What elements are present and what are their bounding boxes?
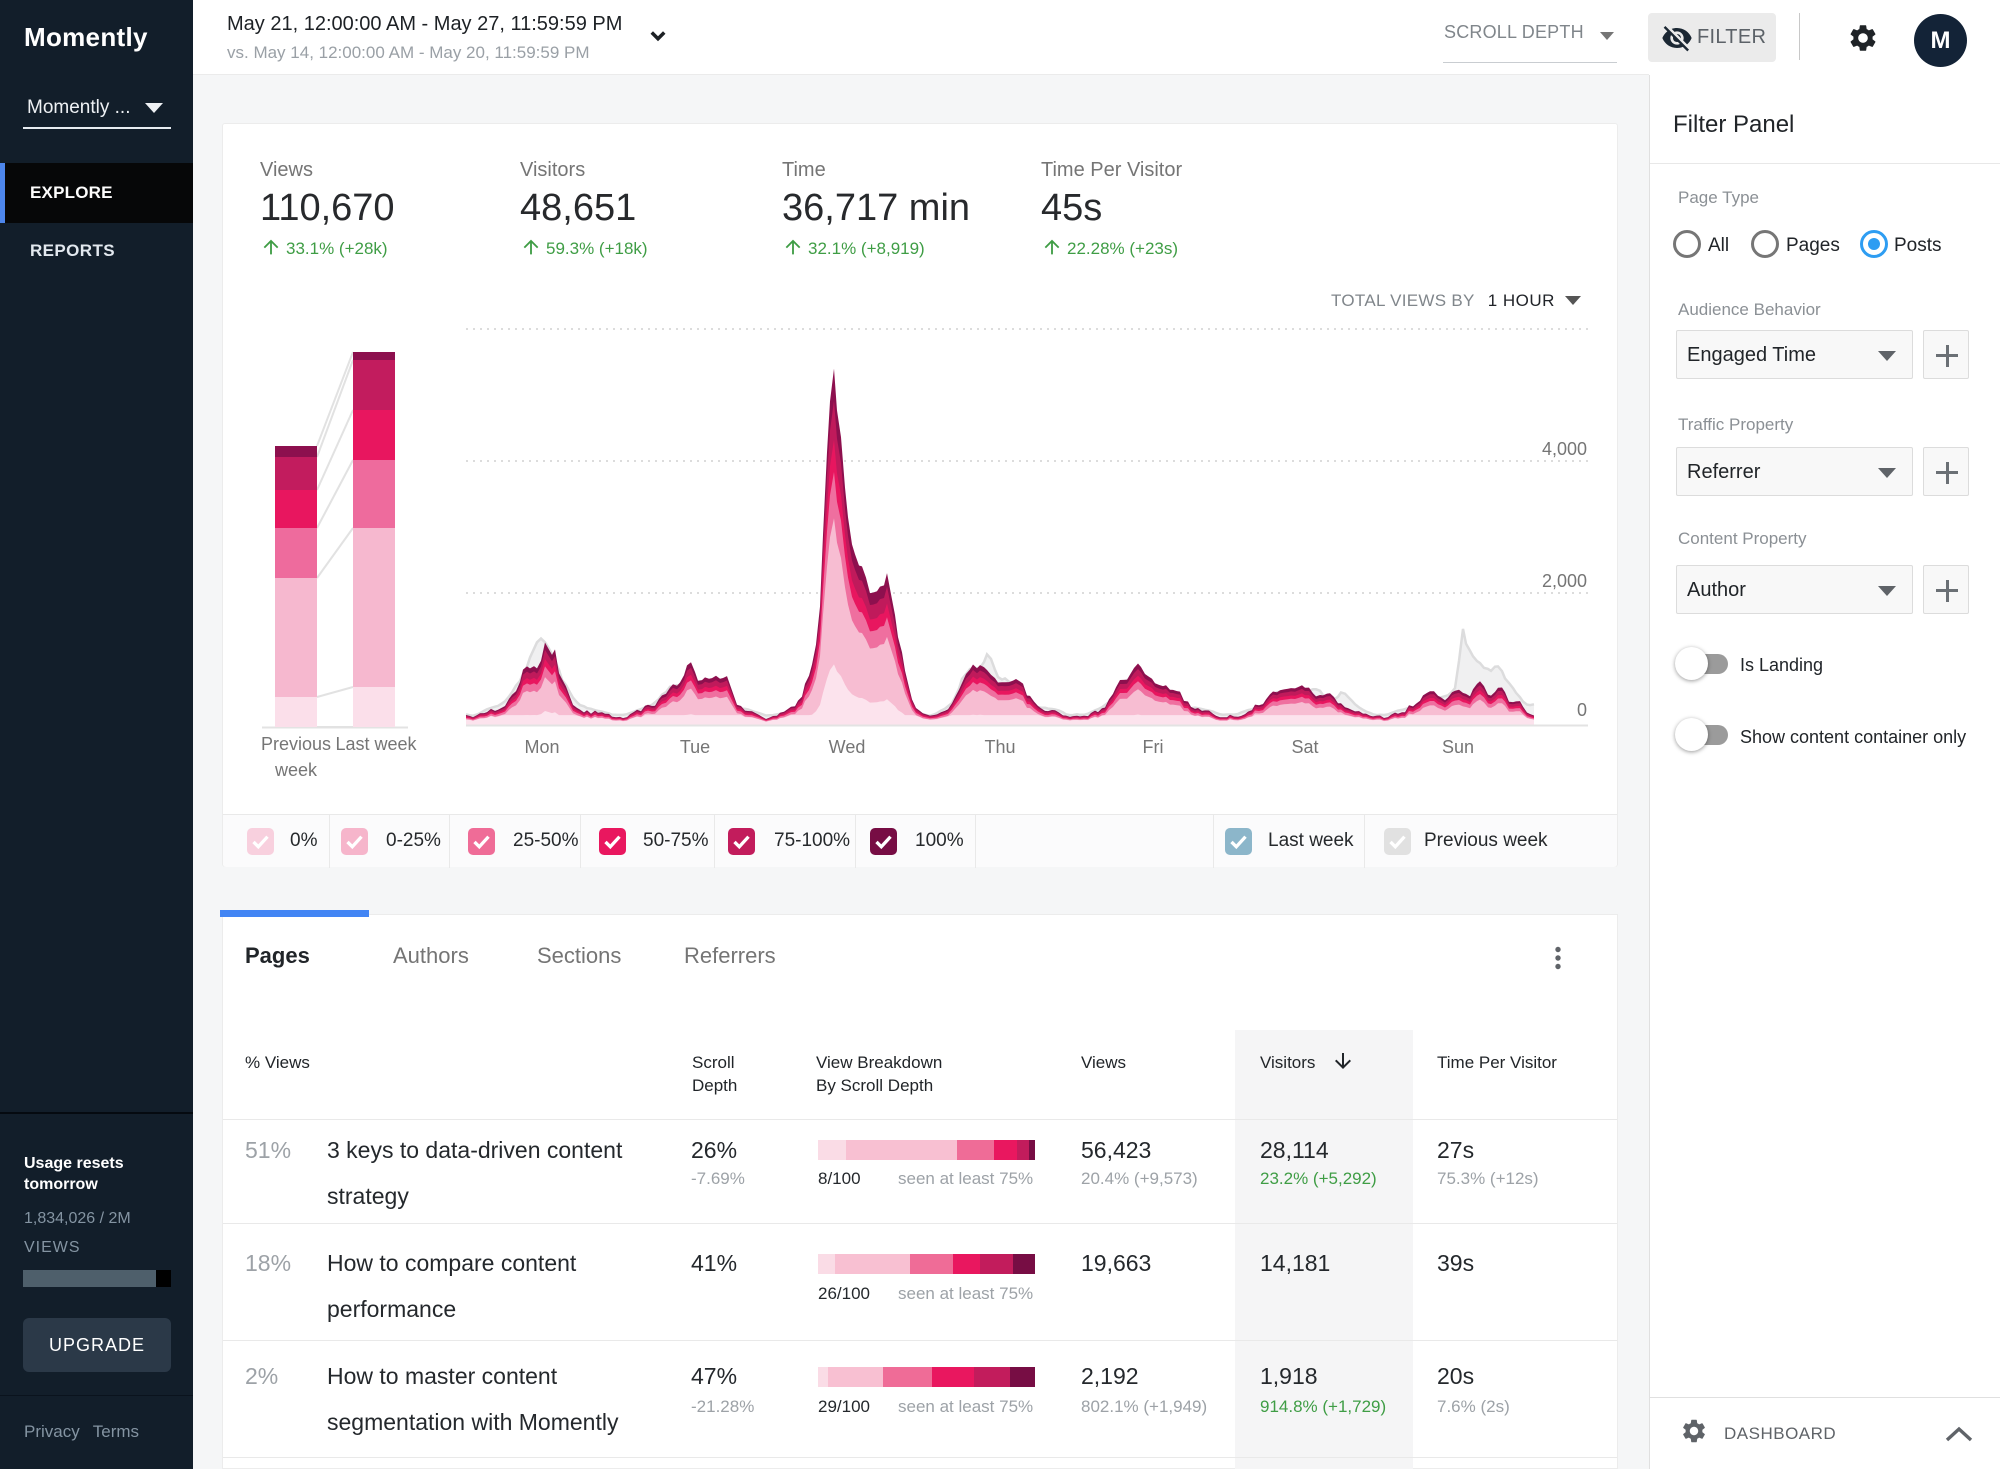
svg-text:Sun: Sun	[1442, 737, 1474, 757]
svg-text:week: week	[274, 760, 318, 780]
svg-text:0: 0	[1577, 700, 1587, 720]
svg-text:4,000: 4,000	[1542, 439, 1587, 459]
svg-text:Last week: Last week	[335, 734, 417, 754]
svg-text:Wed: Wed	[829, 737, 866, 757]
svg-text:Mon: Mon	[524, 737, 559, 757]
svg-text:Tue: Tue	[680, 737, 710, 757]
svg-text:2,000: 2,000	[1542, 571, 1587, 591]
svg-text:Previous: Previous	[261, 734, 331, 754]
svg-text:Fri: Fri	[1143, 737, 1164, 757]
svg-text:Thu: Thu	[984, 737, 1015, 757]
svg-text:Sat: Sat	[1291, 737, 1318, 757]
